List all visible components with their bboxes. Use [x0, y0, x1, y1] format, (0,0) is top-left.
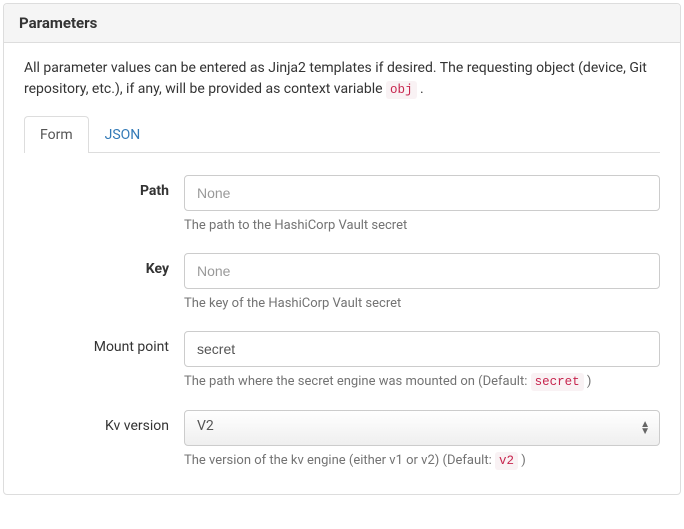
panel-header: Parameters [4, 4, 680, 43]
kv-version-select[interactable]: V2 [184, 410, 660, 446]
kv-version-default-code: v2 [495, 452, 518, 470]
key-help: The key of the HashiCorp Vault secret [184, 295, 660, 313]
tab-form[interactable]: Form [24, 116, 89, 153]
key-label: Key [24, 253, 184, 277]
tab-content-form: Path The path to the HashiCorp Vault sec… [24, 163, 660, 470]
path-input[interactable] [184, 175, 660, 211]
tabs-nav: Form JSON [24, 116, 660, 153]
panel-body: All parameter values can be entered as J… [4, 43, 680, 494]
kv-version-label: Kv version [24, 410, 184, 434]
mount-point-help: The path where the secret engine was mou… [184, 373, 660, 392]
panel-title: Parameters [19, 14, 665, 32]
field-path: Path The path to the HashiCorp Vault sec… [24, 175, 660, 235]
tab-json[interactable]: JSON [89, 116, 157, 153]
mount-point-input[interactable] [184, 331, 660, 367]
field-kv-version: Kv version V2 ▲ ▼ The version of the kv … [24, 410, 660, 471]
key-input[interactable] [184, 253, 660, 289]
mount-point-label: Mount point [24, 331, 184, 355]
obj-code: obj [386, 81, 417, 99]
description-text: All parameter values can be entered as J… [24, 58, 660, 100]
path-help: The path to the HashiCorp Vault secret [184, 217, 660, 235]
field-key: Key The key of the HashiCorp Vault secre… [24, 253, 660, 313]
parameters-panel: Parameters All parameter values can be e… [3, 3, 681, 495]
path-label: Path [24, 175, 184, 199]
field-mount-point: Mount point The path where the secret en… [24, 331, 660, 392]
kv-version-help: The version of the kv engine (either v1 … [184, 452, 660, 471]
mount-point-default-code: secret [531, 373, 584, 391]
